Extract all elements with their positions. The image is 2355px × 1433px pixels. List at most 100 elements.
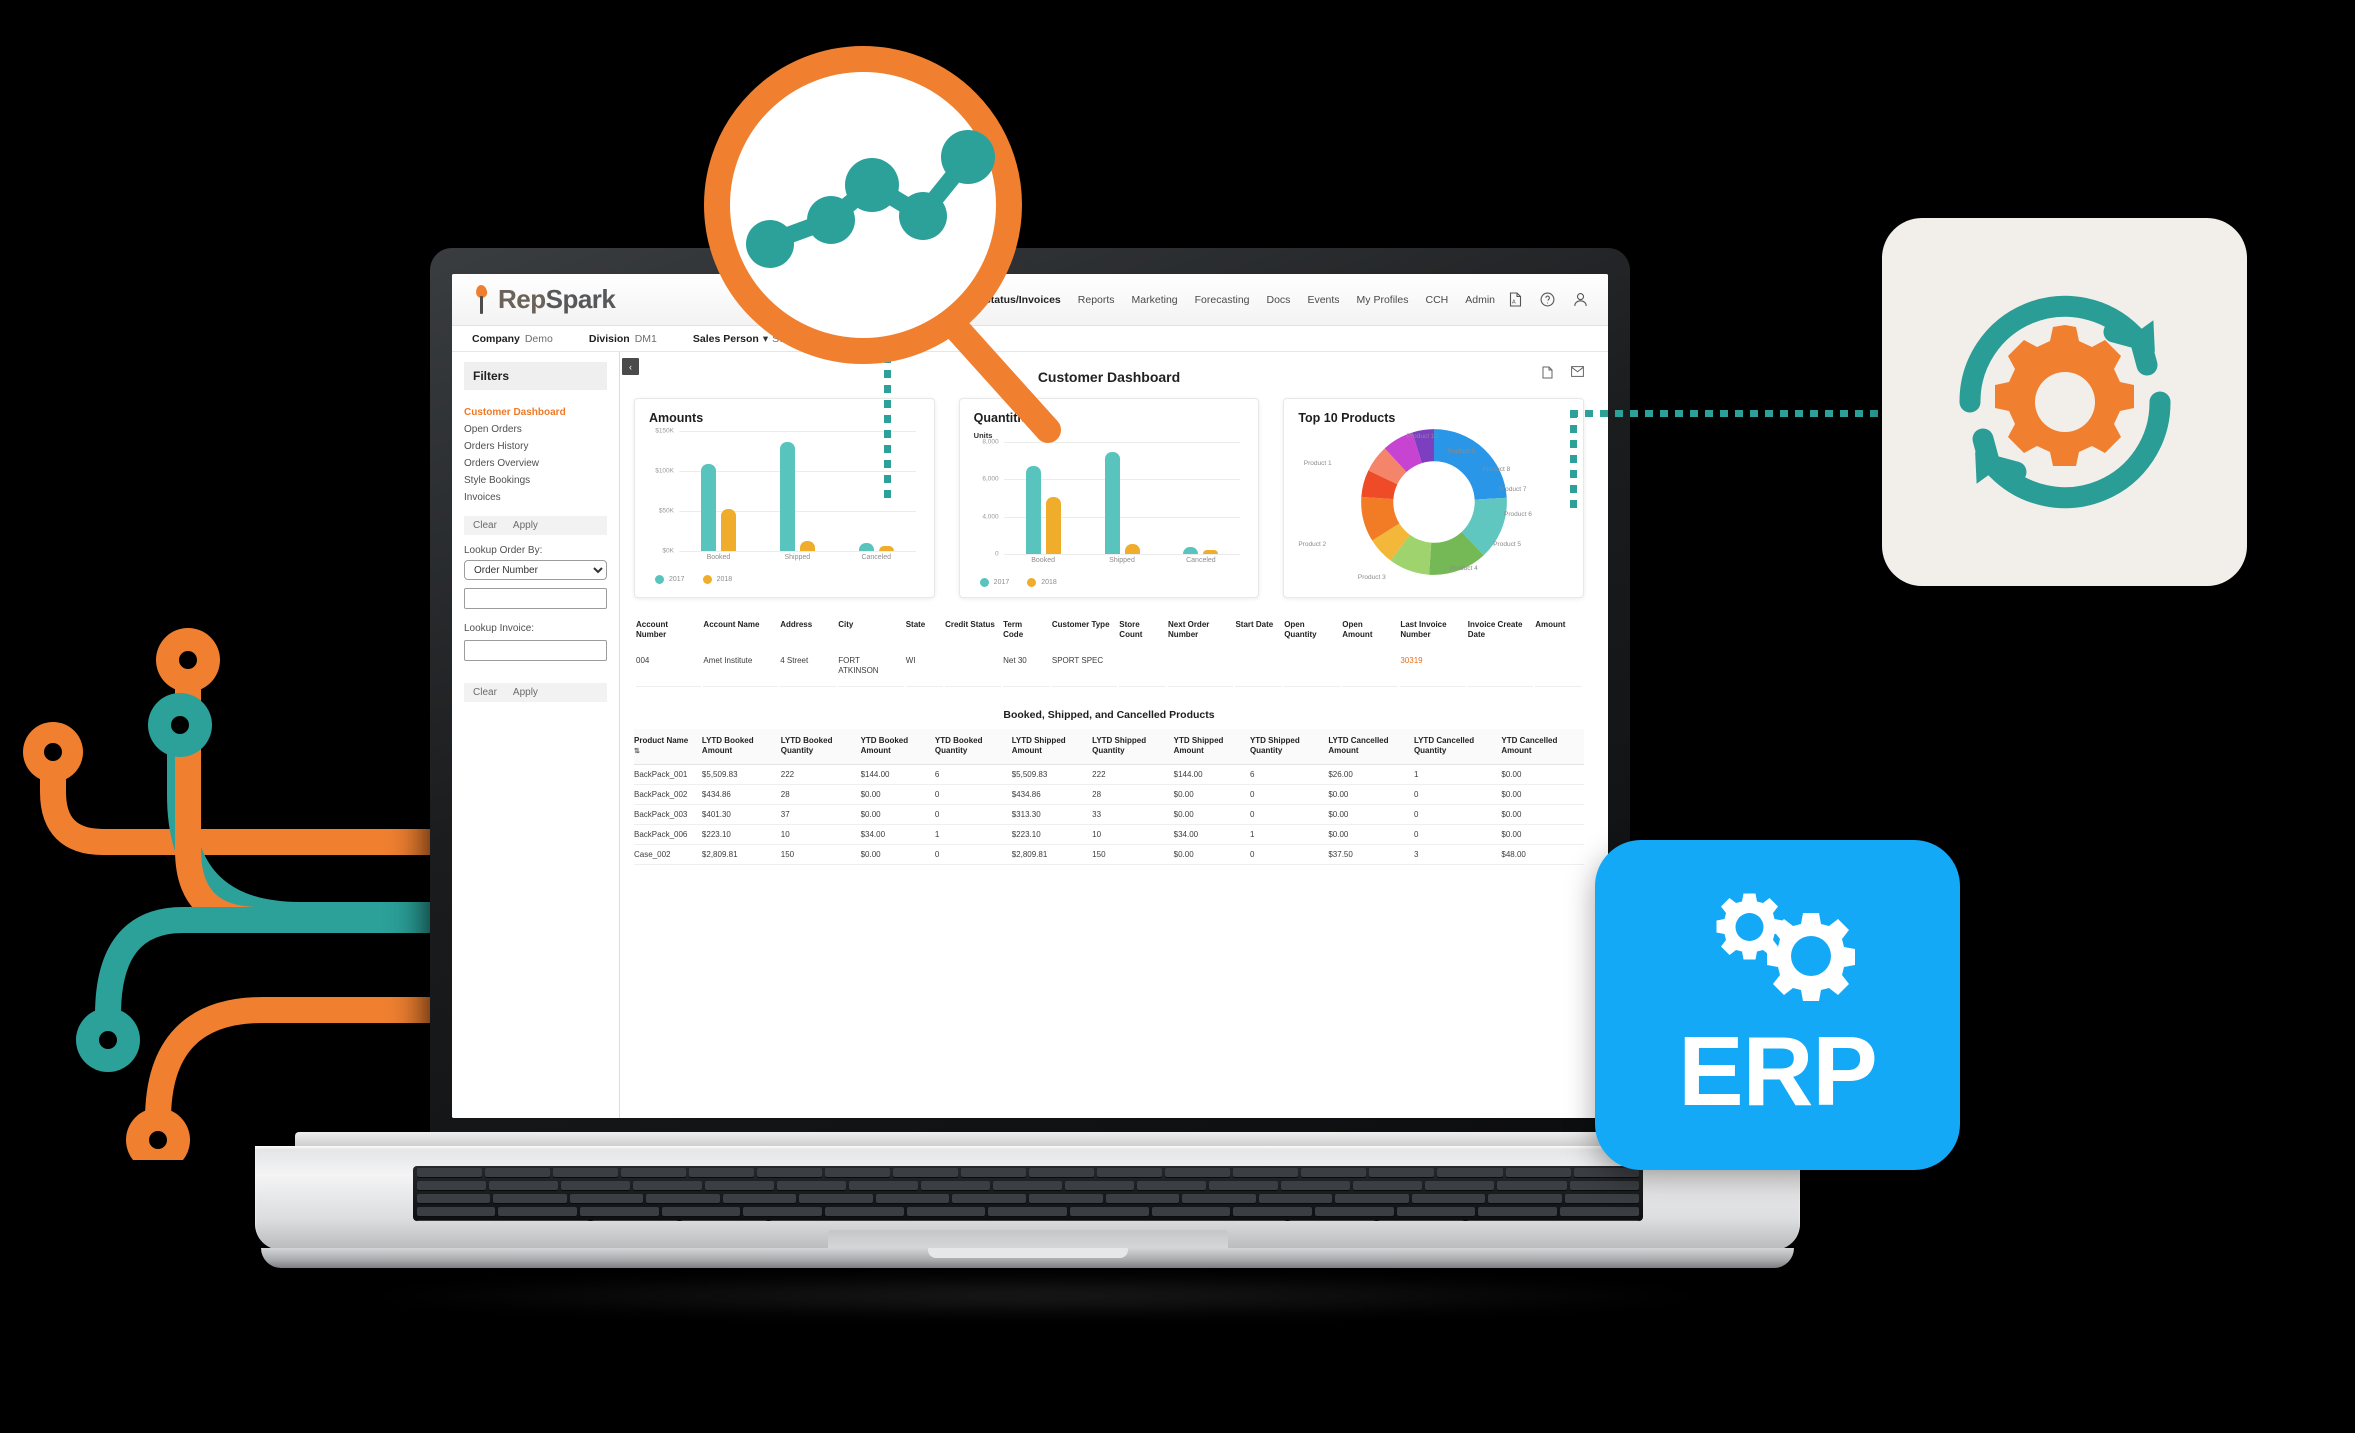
nav-item-marketing[interactable]: Marketing bbox=[1132, 294, 1178, 306]
col-account-number: Account Number bbox=[636, 620, 668, 639]
sidebar-item-orders-history[interactable]: Orders History bbox=[464, 438, 607, 455]
cell-address: 4 Street bbox=[780, 650, 837, 687]
clear-button-top[interactable]: Clear bbox=[473, 520, 497, 531]
nav-item-my-profiles[interactable]: My Profiles bbox=[1357, 294, 1409, 306]
pcell-c11: $0.00 bbox=[1501, 804, 1584, 825]
donut-label-product-2: Product 2 bbox=[1298, 541, 1327, 548]
nav-item-forecasting[interactable]: Forecasting bbox=[1195, 294, 1250, 306]
pcol-lytd-cancelled-amount[interactable]: LYTD Cancelled Amount bbox=[1328, 729, 1414, 765]
col-last-invoice-number: Last Invoice Number bbox=[1400, 620, 1447, 639]
sidebar-item-customer-dashboard[interactable]: Customer Dashboard bbox=[464, 404, 607, 421]
col-credit-status: Credit Status bbox=[945, 620, 995, 629]
pcell-c3: $144.00 bbox=[860, 764, 935, 785]
apply-button-bottom[interactable]: Apply bbox=[513, 687, 538, 698]
quantities-bar-2017-shipped bbox=[1104, 452, 1120, 554]
lookup-invoice-wrap bbox=[452, 638, 619, 661]
sidebar-item-orders-overview[interactable]: Orders Overview bbox=[464, 455, 607, 472]
pcol-lytd-booked-amount[interactable]: LYTD Booked Amount bbox=[701, 729, 781, 765]
sidebar-item-open-orders[interactable]: Open Orders bbox=[464, 421, 607, 438]
table-row[interactable]: BackPack_002 $434.86 28 $0.00 0 $434.86 … bbox=[634, 784, 1584, 805]
filter-links: Customer Dashboard Open Orders Orders Hi… bbox=[452, 404, 619, 506]
nav-item-docs[interactable]: Docs bbox=[1267, 294, 1291, 306]
erp-badge: ERP bbox=[1595, 840, 1960, 1170]
brand-name-part2: Spark bbox=[545, 284, 616, 314]
filter-actions-bottom: Clear Apply bbox=[464, 683, 607, 702]
pcell-c5: $5,509.83 bbox=[1011, 764, 1093, 785]
nav-item-events[interactable]: Events bbox=[1307, 294, 1339, 306]
pcol-ytd-shipped-quantity[interactable]: YTD Shipped Quantity bbox=[1249, 729, 1329, 765]
division-selector[interactable]: Division DM1 bbox=[589, 333, 657, 345]
customer-info-table: Account Number Account Name Address City… bbox=[634, 616, 1584, 689]
pcell-c5: $313.30 bbox=[1011, 804, 1093, 825]
pcell-c11: $0.00 bbox=[1501, 764, 1584, 785]
pcell-c10: 0 bbox=[1413, 804, 1502, 825]
table-row[interactable]: BackPack_001 $5,509.83 222 $144.00 6 $5,… bbox=[634, 764, 1584, 785]
invoice-number-input[interactable] bbox=[464, 640, 607, 661]
cell-next-order-number bbox=[1168, 650, 1234, 687]
pcell-c8: 6 bbox=[1249, 764, 1329, 785]
pcol-ytd-shipped-amount[interactable]: YTD Shipped Amount bbox=[1173, 729, 1250, 765]
pcol-ytd-cancelled-amount[interactable]: YTD Cancelled Amount bbox=[1501, 729, 1584, 765]
table-row[interactable]: BackPack_006 $223.10 10 $34.00 1 $223.10… bbox=[634, 824, 1584, 845]
donut-label-product-4: Product 4 bbox=[1449, 565, 1478, 572]
pcol-lytd-shipped-amount[interactable]: LYTD Shipped Amount bbox=[1011, 729, 1093, 765]
amounts-legend-2017: 2017 bbox=[655, 575, 685, 584]
cell-last-invoice-number[interactable]: 30319 bbox=[1400, 650, 1466, 687]
sidebar-item-invoices[interactable]: Invoices bbox=[464, 489, 607, 506]
pcell-c9: $26.00 bbox=[1328, 764, 1414, 785]
col-term-code: Term Code bbox=[1003, 620, 1024, 639]
col-account-name: Account Name bbox=[703, 620, 760, 629]
table-row[interactable]: 004 Amet Institute 4 Street FORT ATKINSO… bbox=[636, 650, 1582, 687]
keyboard bbox=[412, 1166, 1643, 1221]
pcol-lytd-shipped-quantity[interactable]: LYTD Shipped Quantity bbox=[1092, 729, 1174, 765]
col-next-order-number: Next Order Number bbox=[1168, 620, 1210, 639]
quantities-bar-2018-canceled bbox=[1203, 550, 1219, 554]
email-icon[interactable] bbox=[1571, 366, 1584, 382]
pcol-ytd-booked-quantity[interactable]: YTD Booked Quantity bbox=[934, 729, 1012, 765]
lookup-order-select-wrap: Order Number bbox=[452, 560, 619, 609]
table-row[interactable]: BackPack_003 $401.30 37 $0.00 0 $313.30 … bbox=[634, 804, 1584, 825]
cell-store-count bbox=[1119, 650, 1167, 687]
donut-label-product-5: Product 5 bbox=[1493, 541, 1522, 548]
table-row[interactable]: Case_002 $2,809.81 150 $0.00 0 $2,809.81… bbox=[634, 844, 1584, 865]
nav-item-cch[interactable]: CCH bbox=[1425, 294, 1448, 306]
pcol-product-name[interactable]: Product Name ⇅ bbox=[634, 729, 702, 765]
pcell-c8: 0 bbox=[1249, 844, 1329, 865]
company-selector[interactable]: Company Demo bbox=[472, 333, 553, 345]
products-section-title: Booked, Shipped, and Cancelled Products bbox=[1003, 709, 1215, 721]
cell-open-quantity bbox=[1284, 650, 1341, 687]
erp-label: ERP bbox=[1678, 1016, 1878, 1126]
scene: RepSpark Wish Lists My Orders Emblems Or… bbox=[0, 0, 2355, 1433]
quantities-legend-2017: 2017 bbox=[979, 578, 1009, 587]
pcell-c6: 150 bbox=[1092, 844, 1174, 865]
help-icon[interactable] bbox=[1540, 292, 1555, 307]
sidebar-item-style-bookings[interactable]: Style Bookings bbox=[464, 472, 607, 489]
pcol-ytd-booked-amount[interactable]: YTD Booked Amount bbox=[860, 729, 935, 765]
pdf-icon[interactable]: A bbox=[1509, 292, 1522, 307]
pcell-c3: $0.00 bbox=[860, 804, 935, 825]
pcell-c6: 222 bbox=[1092, 764, 1174, 785]
legend-swatch-2018 bbox=[702, 575, 712, 584]
pcell-c8: 0 bbox=[1249, 804, 1329, 825]
svg-text:A: A bbox=[1512, 300, 1516, 306]
col-address: Address bbox=[780, 620, 813, 629]
quantities-group-shipped bbox=[1083, 442, 1162, 554]
apply-button-top[interactable]: Apply bbox=[513, 520, 538, 531]
amounts-legend-label-2017: 2017 bbox=[669, 576, 685, 583]
pcol-lytd-booked-quantity[interactable]: LYTD Booked Quantity bbox=[780, 729, 861, 765]
order-number-input[interactable] bbox=[464, 588, 607, 609]
clear-button-bottom[interactable]: Clear bbox=[473, 687, 497, 698]
export-pdf-icon[interactable] bbox=[1542, 366, 1553, 382]
sync-card bbox=[1882, 218, 2247, 586]
flame-icon bbox=[472, 283, 490, 315]
nav-item-admin[interactable]: Admin bbox=[1465, 294, 1495, 306]
user-account-icon[interactable] bbox=[1573, 292, 1588, 307]
pcell-c5: $434.86 bbox=[1011, 784, 1093, 805]
products-table-body: BackPack_001 $5,509.83 222 $144.00 6 $5,… bbox=[634, 764, 1584, 865]
pcol-lytd-cancelled-quantity[interactable]: LYTD Cancelled Quantity bbox=[1413, 729, 1502, 765]
nav-item-reports[interactable]: Reports bbox=[1078, 294, 1115, 306]
lookup-order-select[interactable]: Order Number bbox=[464, 560, 607, 580]
pcell-c3: $0.00 bbox=[860, 784, 935, 805]
sort-icon[interactable]: ⇅ bbox=[634, 748, 640, 755]
quantities-legend: 2017 2018 bbox=[979, 578, 1245, 587]
